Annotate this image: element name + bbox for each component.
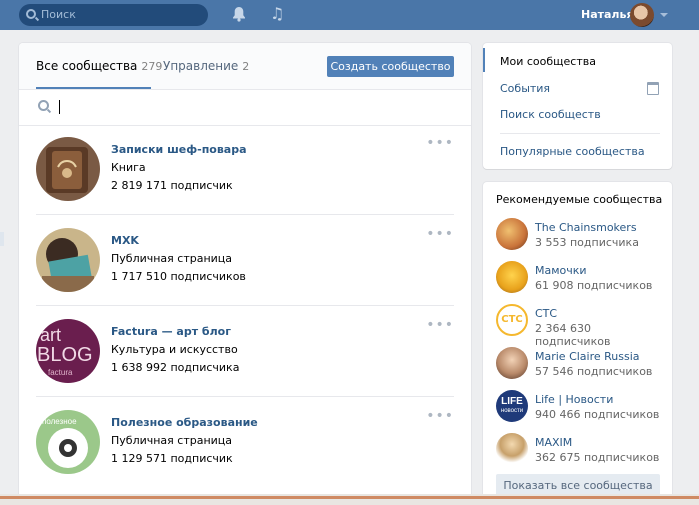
factura-logo-line1: art (40, 325, 61, 345)
communities-panel: Все сообщества 279 Управление 2 Создать со… (19, 43, 471, 505)
recommended-title: Рекомендуемые сообщества (496, 193, 663, 206)
menu-divider (500, 133, 660, 134)
community-subscribers: 1 638 992 подписчика (111, 361, 240, 374)
community-search-field[interactable] (19, 90, 471, 126)
more-dots-icon[interactable]: ••• (426, 317, 454, 333)
recommended-item[interactable]: The Chainsmokers 3 553 подписчика (496, 218, 666, 258)
recommended-avatar[interactable]: LIFE новости (496, 390, 528, 422)
recommended-subs: 57 546 подписчиков (535, 365, 653, 378)
recommended-item[interactable]: Marie Claire Russia 57 546 подписчиков (496, 347, 666, 387)
user-name[interactable]: Наталья (581, 8, 634, 21)
community-subscribers: 1 129 571 подписчик (111, 452, 233, 465)
recommended-name[interactable]: СТС (535, 307, 557, 320)
create-community-button[interactable]: Создать сообщество (327, 56, 454, 77)
recommended-avatar[interactable] (496, 347, 528, 379)
life-logo-line1: LIFE (501, 396, 523, 407)
recommended-name[interactable]: Мамочки (535, 264, 587, 277)
recommended-avatar[interactable]: СТС (496, 304, 528, 336)
factura-logo-line2: BLOG (37, 344, 93, 366)
row-divider (36, 214, 454, 215)
calendar-icon[interactable] (647, 82, 659, 95)
community-type: Публичная страница (111, 252, 233, 265)
text-cursor (59, 100, 60, 114)
menu-search-communities[interactable]: Поиск сообществ (500, 108, 601, 121)
search-icon (26, 9, 36, 19)
community-name[interactable]: Полезное образование (111, 416, 258, 429)
recommended-name[interactable]: Marie Claire Russia (535, 350, 640, 363)
header-search-input[interactable]: Поиск (19, 4, 208, 26)
taskbar-stripe (0, 496, 699, 499)
tab-all-label: Все сообщества (36, 59, 138, 73)
community-avatar[interactable]: полезное (36, 410, 100, 474)
menu-popular-communities[interactable]: Популярные сообщества (500, 145, 645, 158)
row-divider (36, 305, 454, 306)
community-subscribers: 1 717 510 подписчиков (111, 270, 246, 283)
menu-events[interactable]: События (500, 82, 550, 95)
bell-icon[interactable] (232, 6, 246, 22)
community-type: Культура и искусство (111, 343, 238, 356)
tab-management-label: Управление (163, 59, 239, 73)
recommended-item[interactable]: MAXIM 362 675 подписчиков (496, 433, 666, 473)
tab-management-count: 2 (242, 60, 250, 73)
more-dots-icon[interactable]: ••• (426, 135, 454, 151)
recommended-avatar[interactable] (496, 218, 528, 250)
community-name[interactable]: Записки шеф-повара (111, 143, 247, 156)
community-row[interactable]: art BLOG factura Factura — арт блог Куль… (36, 307, 454, 397)
search-icon (38, 100, 49, 111)
recommended-avatar[interactable] (496, 433, 528, 465)
search-placeholder: Поиск (41, 8, 76, 21)
tabs-bar: Все сообщества 279 Управление 2 Создать со… (19, 43, 471, 90)
more-dots-icon[interactable]: ••• (426, 226, 454, 242)
tab-all-communities[interactable]: Все сообщества 279 (36, 59, 162, 73)
community-name[interactable]: MXK (111, 234, 139, 247)
recommended-name[interactable]: Life | Новости (535, 393, 613, 406)
poleznoe-logo-text: полезное (42, 417, 77, 426)
community-row[interactable]: полезное Полезное образование Публичная … (36, 398, 454, 488)
community-row[interactable]: MXK Публичная страница 1 717 510 подписч… (36, 216, 454, 306)
community-type: Публичная страница (111, 434, 233, 447)
top-header: Поиск ♫ Наталья (0, 0, 699, 30)
caret-down-icon[interactable] (660, 13, 668, 17)
recommended-subs: 3 553 подписчика (535, 236, 639, 249)
recommended-item[interactable]: СТС СТС 2 364 630 подписчиков (496, 304, 666, 348)
menu-my-communities[interactable]: Мои сообщества (500, 55, 596, 68)
community-avatar[interactable]: art BLOG factura (36, 319, 100, 383)
recommended-name[interactable]: MAXIM (535, 436, 572, 449)
recommended-avatar[interactable] (496, 261, 528, 293)
community-type: Книга (111, 161, 146, 174)
community-subscribers: 2 819 171 подписчик (111, 179, 233, 192)
recommended-communities: Рекомендуемые сообщества The Chainsmoker… (483, 182, 672, 505)
recommended-subs: 940 466 подписчиков (535, 408, 660, 421)
recommended-subs: 362 675 подписчиков (535, 451, 660, 464)
tab-all-count: 279 (141, 60, 163, 73)
community-avatar[interactable] (36, 228, 100, 292)
active-tab-indicator (36, 87, 151, 89)
taskbar-strip (0, 494, 699, 505)
communities-menu: Мои сообщества События Поиск сообществ П… (483, 43, 672, 169)
life-logo-line2: новости (500, 408, 524, 414)
community-avatar[interactable] (36, 137, 100, 201)
tab-management[interactable]: Управление 2 (163, 59, 249, 73)
factura-logo-line3: factura (48, 368, 73, 377)
more-dots-icon[interactable]: ••• (426, 408, 454, 424)
left-sidebar-edge (0, 232, 4, 246)
recommended-subs: 61 908 подписчиков (535, 279, 653, 292)
recommended-item[interactable]: Мамочки 61 908 подписчиков (496, 261, 666, 301)
active-menu-indicator (483, 48, 485, 72)
music-icon[interactable]: ♫ (270, 4, 284, 23)
recommended-subs: 2 364 630 подписчиков (535, 322, 611, 348)
row-divider (36, 396, 454, 397)
community-row[interactable]: Записки шеф-повара Книга 2 819 171 подпи… (36, 125, 454, 215)
recommended-item[interactable]: LIFE новости Life | Новости 940 466 подп… (496, 390, 666, 430)
community-name[interactable]: Factura — арт блог (111, 325, 231, 338)
user-avatar[interactable] (630, 3, 654, 27)
recommended-name[interactable]: The Chainsmokers (535, 221, 637, 234)
